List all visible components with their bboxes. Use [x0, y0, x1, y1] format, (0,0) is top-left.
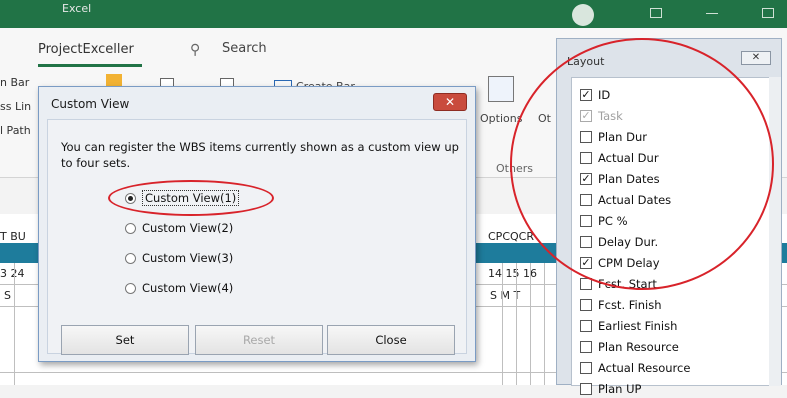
reset-button[interactable]: Reset	[195, 325, 323, 355]
dialog-description: You can register the WBS items currently…	[61, 140, 459, 170]
checkbox[interactable]	[580, 341, 592, 353]
grid-left-header: T BU	[0, 230, 26, 243]
radio-label: Custom View(3)	[142, 251, 234, 265]
grid-line	[516, 263, 517, 385]
radio-custom-view-4[interactable]: Custom View(4)	[125, 279, 233, 297]
tab-projectexceller[interactable]: ProjectExceller	[38, 42, 134, 57]
radio-label: Custom View(2)	[142, 221, 234, 235]
title-bar: Excel	[0, 0, 787, 28]
layout-close-icon[interactable]: ✕	[741, 51, 771, 65]
grid-line	[544, 263, 545, 385]
layout-option-label: Actual Resource	[598, 361, 691, 375]
annotation-ellipse-layout	[510, 38, 774, 290]
checkbox[interactable]	[580, 320, 592, 332]
layout-option-label: Earliest Finish	[598, 319, 678, 333]
checkbox[interactable]	[580, 299, 592, 311]
layout-option-actual-resource[interactable]: Actual Resource	[580, 359, 690, 377]
options-icon[interactable]	[488, 76, 514, 102]
radio-custom-view-3[interactable]: Custom View(3)	[125, 249, 233, 267]
search-label[interactable]: Search	[222, 41, 267, 56]
layout-option-label: Plan Resource	[598, 340, 679, 354]
radio-label: Custom View(4)	[142, 281, 234, 295]
dialog-close-icon[interactable]: ✕	[433, 93, 467, 111]
grid-left-dow: S	[4, 289, 11, 302]
layout-option-label: Fcst. Finish	[598, 298, 662, 312]
layout-option-earliest-finish[interactable]: Earliest Finish	[580, 317, 677, 335]
grid-line	[530, 263, 531, 385]
layout-option-label: Plan UP	[598, 382, 642, 396]
ribbon-left-label-2[interactable]: ss Lin	[0, 100, 31, 113]
app-title: Excel	[62, 2, 92, 15]
custom-view-dialog: Custom View ✕ You can register the WBS i…	[38, 86, 476, 362]
radio-button[interactable]	[125, 252, 136, 264]
ribbon-display-icon[interactable]	[650, 8, 662, 18]
grid-left-day: 3 24	[0, 267, 25, 280]
grid-line	[14, 263, 15, 385]
layout-option-plan-resource[interactable]: Plan Resource	[580, 338, 679, 356]
ribbon-left-label-3[interactable]: l Path	[0, 124, 31, 137]
radio-button[interactable]	[125, 222, 136, 234]
minimize-icon[interactable]	[706, 8, 718, 14]
dialog-title: Custom View	[51, 97, 130, 111]
avatar[interactable]	[572, 4, 594, 26]
layout-scrollbar[interactable]	[769, 77, 781, 386]
layout-option-fcst-finish[interactable]: Fcst. Finish	[580, 296, 662, 314]
radio-custom-view-2[interactable]: Custom View(2)	[125, 219, 233, 237]
grid-line	[502, 263, 503, 385]
layout-option-plan-up[interactable]: Plan UP	[580, 380, 641, 398]
ribbon-left-label-1[interactable]: n Bar	[0, 76, 29, 89]
search-icon[interactable]: ⚲	[190, 42, 200, 58]
maximize-icon[interactable]	[762, 8, 774, 18]
close-button[interactable]: Close	[327, 325, 455, 355]
annotation-ellipse-custom-view	[108, 180, 274, 216]
radio-button[interactable]	[125, 282, 136, 294]
set-button[interactable]: Set	[61, 325, 189, 355]
active-tab-indicator	[38, 64, 142, 67]
checkbox[interactable]	[580, 362, 592, 374]
grid-right-header: CPCQCR	[488, 230, 534, 243]
